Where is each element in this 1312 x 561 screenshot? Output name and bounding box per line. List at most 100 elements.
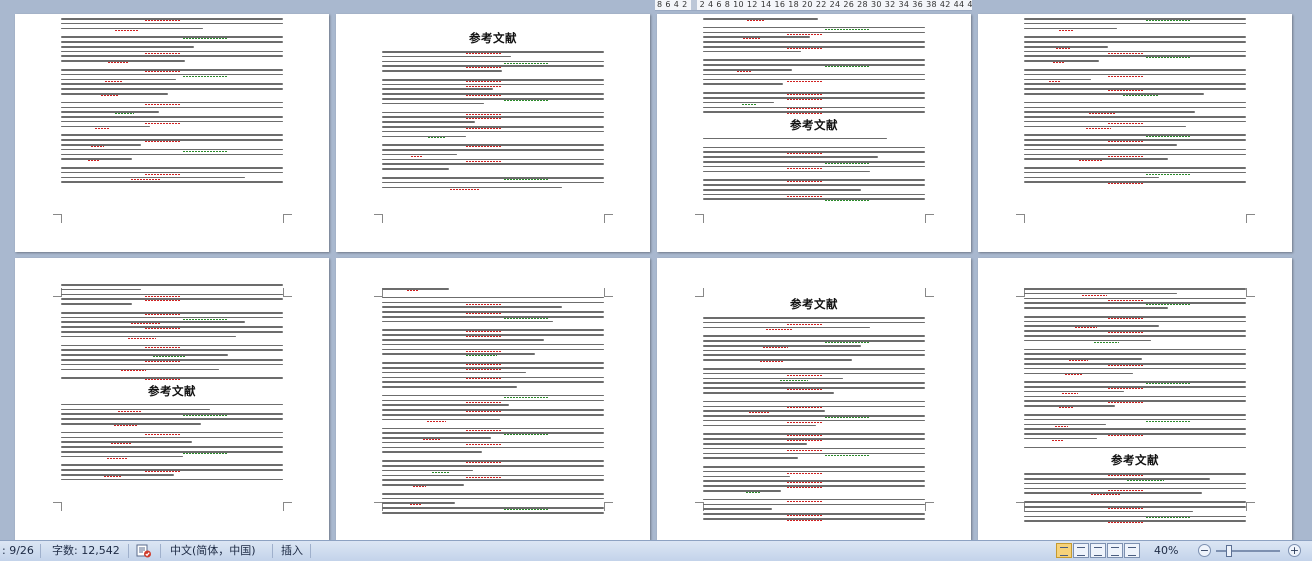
text-line <box>703 101 775 105</box>
text-line <box>382 70 502 72</box>
text-line <box>382 125 604 129</box>
text-line <box>382 181 604 184</box>
language-indicator[interactable]: 中文(简体，中国) <box>170 541 256 561</box>
document-page[interactable]: 参考文献 <box>15 258 329 540</box>
text-line <box>1024 88 1246 91</box>
document-pages-area[interactable]: 参考文献 参考文献 参考文献 参考文献 参考文献 <box>0 0 1312 540</box>
text-line <box>703 377 843 380</box>
text-line <box>382 507 604 510</box>
text-line <box>1024 116 1246 118</box>
text-line <box>1024 437 1098 441</box>
zoom-out-button[interactable]: − <box>1198 544 1211 557</box>
text-line <box>1024 320 1246 323</box>
text-line <box>703 457 799 459</box>
text-line <box>61 349 283 351</box>
document-page[interactable]: 参考文献 <box>657 258 971 540</box>
full-screen-reading-icon[interactable] <box>1073 543 1089 558</box>
document-page[interactable] <box>978 14 1292 252</box>
page-body-text: 参考文献 <box>703 18 925 203</box>
text-line <box>1024 134 1246 137</box>
text-line <box>703 424 817 427</box>
insert-mode-indicator[interactable]: 插入 <box>281 541 303 561</box>
document-page[interactable]: 参考文献 <box>978 258 1292 540</box>
page-margin-marker <box>695 214 704 223</box>
text-line <box>61 78 177 81</box>
text-line <box>1024 386 1246 389</box>
status-divider <box>128 544 129 558</box>
text-line <box>1024 501 1246 503</box>
zoom-level[interactable]: 40% <box>1154 541 1178 561</box>
text-line <box>61 27 204 30</box>
text-line <box>703 415 925 418</box>
text-line <box>382 301 604 304</box>
text-line <box>703 419 925 423</box>
text-line <box>382 376 604 379</box>
text-line <box>1024 390 1124 394</box>
text-line <box>703 400 925 403</box>
document-page[interactable] <box>15 14 329 252</box>
text-line <box>382 371 527 374</box>
text-line <box>61 153 283 156</box>
print-layout-icon[interactable] <box>1056 543 1072 558</box>
text-line <box>1024 83 1246 85</box>
text-line <box>1024 27 1118 30</box>
text-line <box>382 311 604 314</box>
text-line <box>703 165 925 169</box>
text-line <box>1024 358 1142 361</box>
text-line <box>61 167 283 169</box>
page-body-text: 参考文献 <box>703 292 925 523</box>
text-line <box>1024 148 1246 151</box>
text-line <box>703 64 925 67</box>
text-line <box>382 153 458 157</box>
text-line <box>703 490 781 493</box>
language-check-icon[interactable] <box>136 543 152 559</box>
text-line <box>382 469 474 473</box>
web-layout-icon[interactable] <box>1090 543 1106 558</box>
text-line <box>703 41 925 43</box>
text-line <box>61 446 283 448</box>
text-line <box>703 372 925 376</box>
page-margin-marker <box>604 214 613 223</box>
text-line <box>703 498 925 502</box>
text-line <box>1024 372 1133 375</box>
text-line <box>703 354 925 357</box>
text-line <box>61 303 133 305</box>
text-line <box>61 358 283 362</box>
document-page[interactable]: 参考文献 <box>657 14 971 252</box>
draft-icon[interactable] <box>1124 543 1140 558</box>
text-line <box>1024 367 1246 370</box>
text-line <box>1024 55 1246 58</box>
text-line <box>61 60 186 63</box>
text-line <box>1024 307 1169 309</box>
document-page[interactable]: 参考文献 <box>336 14 650 252</box>
section-heading: 参考文献 <box>790 117 838 132</box>
text-line <box>382 102 485 105</box>
page-margin-marker <box>1246 502 1255 511</box>
text-line <box>703 438 925 441</box>
outline-icon[interactable] <box>1107 543 1123 558</box>
text-line <box>61 83 283 85</box>
zoom-in-button[interactable]: + <box>1288 544 1301 557</box>
text-line <box>703 50 801 53</box>
text-line <box>61 134 283 136</box>
word-count-indicator[interactable]: 字数: 12,542 <box>52 541 120 561</box>
page-margin-marker <box>925 288 934 297</box>
page-body-text: 参考文献 <box>61 284 283 484</box>
zoom-slider-thumb[interactable] <box>1226 545 1232 557</box>
text-line <box>61 18 283 21</box>
text-line <box>1024 181 1246 184</box>
text-line <box>61 55 283 58</box>
page-margin-marker <box>604 502 613 511</box>
document-page[interactable] <box>336 258 650 540</box>
text-line <box>382 418 500 422</box>
page-number-indicator[interactable]: : 9/26 <box>2 541 34 561</box>
text-line <box>703 45 925 49</box>
text-line <box>1024 335 1246 337</box>
text-line <box>703 111 925 114</box>
text-line <box>382 413 604 416</box>
text-line <box>703 391 834 394</box>
text-line <box>382 386 518 388</box>
text-line <box>1024 139 1246 142</box>
text-line <box>382 460 604 463</box>
text-line <box>382 437 491 440</box>
